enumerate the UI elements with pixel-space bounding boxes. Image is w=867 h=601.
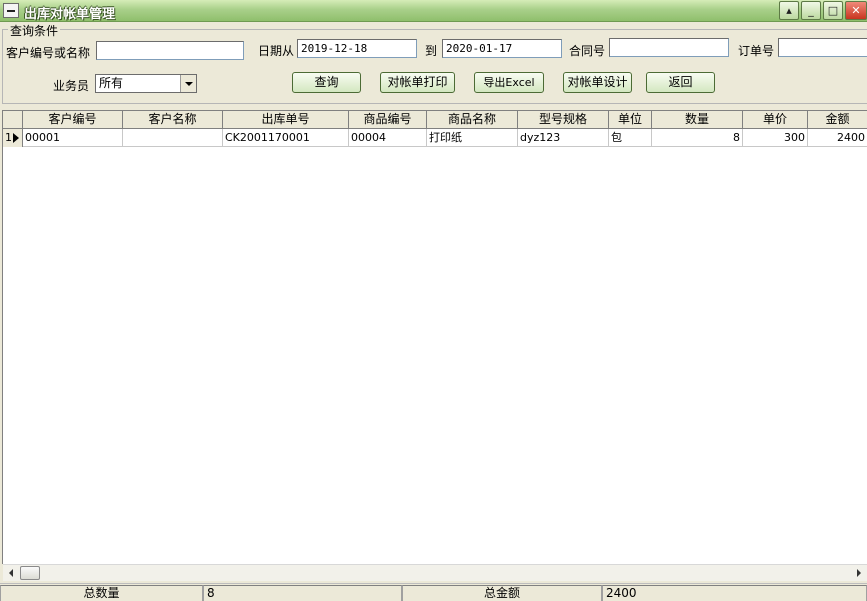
row-number: 1 bbox=[5, 131, 12, 144]
cell-product-code[interactable]: 00004 bbox=[349, 129, 427, 147]
search-button[interactable]: 查询 bbox=[292, 72, 361, 93]
row-indicator: 1 bbox=[3, 129, 23, 147]
header-indicator bbox=[3, 111, 23, 129]
export-excel-button[interactable]: 导出Excel bbox=[474, 72, 544, 93]
table-row[interactable]: 1 00001 CK2001170001 00004 打印纸 dyz123 包 … bbox=[3, 129, 867, 147]
title-bar: 出库对帐单管理 ▴ _ □ ✕ bbox=[0, 0, 867, 22]
window-title: 出库对帐单管理 bbox=[24, 7, 116, 22]
header-product-name[interactable]: 商品名称 bbox=[427, 111, 518, 129]
salesman-select[interactable]: 所有 bbox=[95, 74, 197, 93]
header-unit[interactable]: 单位 bbox=[609, 111, 652, 129]
close-button[interactable]: ✕ bbox=[845, 1, 867, 20]
maximize-button[interactable]: □ bbox=[823, 1, 843, 20]
customer-label: 客户编号或名称 bbox=[6, 46, 91, 60]
print-statement-button[interactable]: 对帐单打印 bbox=[380, 72, 455, 93]
statement-grid[interactable]: 客户编号 客户名称 出库单号 商品编号 商品名称 型号规格 单位 数量 单价 金… bbox=[2, 110, 867, 564]
cell-customer-name[interactable] bbox=[123, 129, 223, 147]
minimize-button[interactable]: _ bbox=[801, 1, 821, 20]
header-quantity[interactable]: 数量 bbox=[652, 111, 743, 129]
header-customer-code[interactable]: 客户编号 bbox=[23, 111, 123, 129]
customer-input[interactable] bbox=[96, 41, 244, 60]
cell-unit-price[interactable]: 300 bbox=[743, 129, 808, 147]
contract-label: 合同号 bbox=[569, 44, 606, 58]
query-group-legend: 查询条件 bbox=[8, 22, 61, 39]
date-to-input[interactable]: 2020-01-17 bbox=[442, 39, 562, 58]
order-input[interactable] bbox=[778, 38, 867, 57]
grid-header: 客户编号 客户名称 出库单号 商品编号 商品名称 型号规格 单位 数量 单价 金… bbox=[3, 111, 867, 129]
contract-input[interactable] bbox=[609, 38, 729, 57]
scroll-left-icon[interactable] bbox=[9, 569, 13, 577]
cell-product-name[interactable]: 打印纸 bbox=[427, 129, 518, 147]
header-outbound-no[interactable]: 出库单号 bbox=[223, 111, 349, 129]
order-label: 订单号 bbox=[738, 44, 775, 58]
total-amount-label: 总金额 bbox=[402, 585, 602, 601]
restore-up-button[interactable]: ▴ bbox=[779, 1, 799, 20]
cell-model-spec[interactable]: dyz123 bbox=[518, 129, 609, 147]
close-icon: ✕ bbox=[851, 4, 861, 17]
header-unit-price[interactable]: 单价 bbox=[743, 111, 808, 129]
header-amount[interactable]: 金额 bbox=[808, 111, 867, 129]
scroll-right-icon[interactable] bbox=[857, 569, 861, 577]
salesman-label: 业务员 bbox=[53, 79, 90, 93]
maximize-icon: □ bbox=[827, 4, 839, 17]
row-pointer-icon bbox=[13, 133, 19, 143]
cell-unit[interactable]: 包 bbox=[609, 129, 652, 147]
cell-customer-code[interactable]: 00001 bbox=[23, 129, 123, 147]
window-menu-icon[interactable] bbox=[3, 3, 19, 18]
date-from-label: 日期从 bbox=[258, 44, 295, 58]
total-amount-value: 2400 bbox=[602, 585, 867, 601]
scroll-thumb[interactable] bbox=[20, 566, 40, 580]
date-to-label: 到 bbox=[425, 44, 438, 58]
header-customer-name[interactable]: 客户名称 bbox=[123, 111, 223, 129]
chevron-down-icon[interactable] bbox=[180, 75, 196, 92]
cell-quantity[interactable]: 8 bbox=[652, 129, 743, 147]
cell-outbound-no[interactable]: CK2001170001 bbox=[223, 129, 349, 147]
minimize-icon: _ bbox=[808, 4, 814, 17]
date-from-input[interactable]: 2019-12-18 bbox=[297, 39, 417, 58]
total-qty-value: 8 bbox=[203, 585, 402, 601]
header-model-spec[interactable]: 型号规格 bbox=[518, 111, 609, 129]
design-statement-button[interactable]: 对帐单设计 bbox=[563, 72, 632, 93]
status-bar: 总数量 8 总金额 2400 bbox=[0, 583, 867, 601]
total-qty-label: 总数量 bbox=[0, 585, 203, 601]
salesman-select-value: 所有 bbox=[99, 76, 124, 90]
back-button[interactable]: 返回 bbox=[646, 72, 715, 93]
horizontal-scrollbar[interactable] bbox=[3, 564, 867, 581]
cell-amount[interactable]: 2400 bbox=[808, 129, 867, 147]
header-product-code[interactable]: 商品编号 bbox=[349, 111, 427, 129]
